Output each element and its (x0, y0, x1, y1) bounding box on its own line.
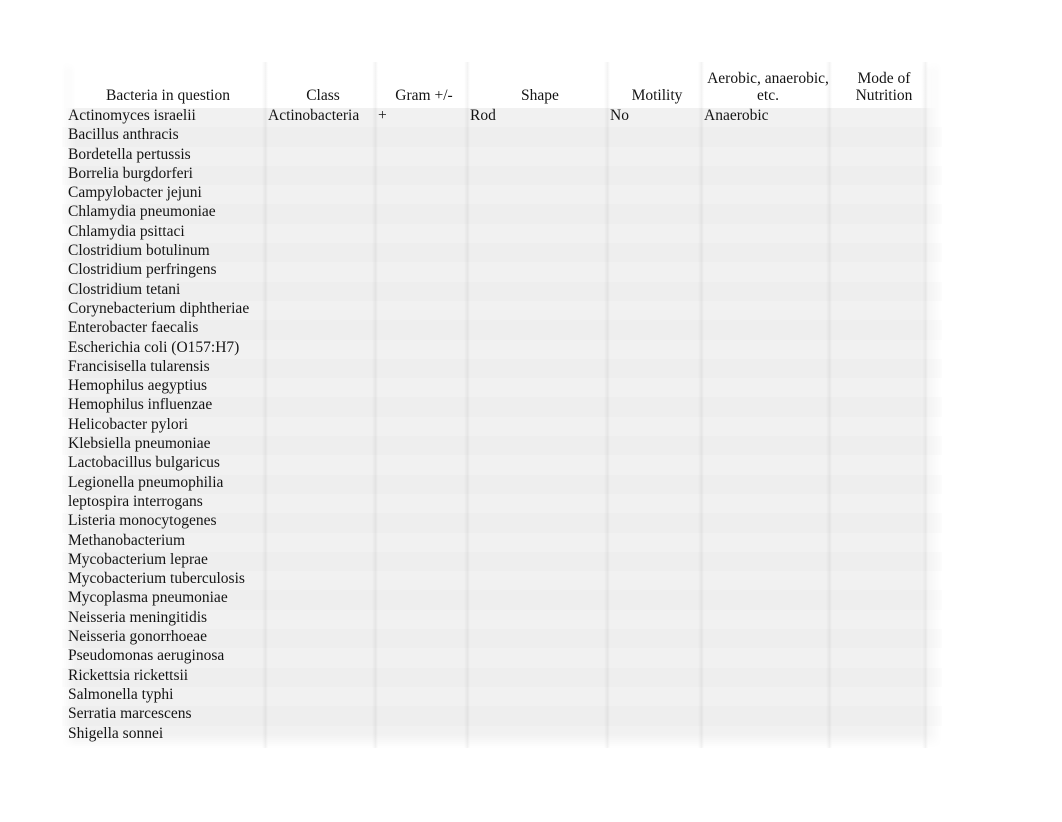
cell-bacteria[interactable]: Legionella pneumophilia (68, 473, 268, 492)
table-body: Actinomyces israelii Actinobacteria + Rod No… (62, 106, 942, 745)
cell-bacteria[interactable]: Neisseria gonorrhoeae (68, 627, 268, 646)
cell-bacteria[interactable]: Mycobacterium tuberculosis (68, 569, 268, 588)
cell-bacteria[interactable]: Bordetella pertussis (68, 145, 268, 164)
cell-bacteria[interactable]: Corynebacterium diphtheriae (68, 299, 268, 318)
table-header-row: Bacteria in question Class Gram +/- Shap… (62, 62, 942, 108)
cell-gram[interactable]: + (378, 106, 470, 125)
cell-bacteria[interactable]: Shigella sonnei (68, 724, 268, 743)
cell-bacteria[interactable]: Actinomyces israelii (68, 106, 268, 125)
cell-bacteria[interactable]: Francisisella tularensis (68, 357, 268, 376)
column-header-nutrition-line-1: Mode of (857, 70, 911, 87)
cell-bacteria[interactable]: Clostridium perfringens (68, 260, 268, 279)
column-header-class-line-1: Class (306, 87, 340, 104)
cell-shape[interactable]: Rod (470, 106, 610, 125)
cell-bacteria[interactable]: Serratia marcescens (68, 704, 268, 723)
cell-bacteria[interactable]: Borrelia burgdorferi (68, 164, 268, 183)
cell-bacteria[interactable]: Salmonella typhi (68, 685, 268, 704)
cell-bacteria[interactable]: Rickettsia rickettsii (68, 666, 268, 685)
cell-bacteria[interactable]: Listeria monocytogenes (68, 511, 268, 530)
column-header-oxygen-requirement[interactable]: Aerobic, anaerobic, etc. (704, 62, 832, 108)
bacteria-characteristics-table[interactable]: Bacteria in question Class Gram +/- Shap… (62, 62, 942, 748)
column-header-gram-line-1: Gram +/- (395, 87, 453, 104)
cell-bacteria[interactable]: Pseudomonas aeruginosa (68, 646, 268, 665)
column-header-gram[interactable]: Gram +/- (378, 62, 470, 108)
cell-bacteria[interactable]: Chlamydia psittaci (68, 222, 268, 241)
cell-bacteria[interactable]: Escherichia coli (O157:H7) (68, 338, 268, 357)
cell-bacteria[interactable]: Chlamydia pneumoniae (68, 202, 268, 221)
column-header-mode-of-nutrition[interactable]: Mode of Nutrition (832, 62, 936, 108)
cell-bacteria[interactable]: Hemophilus influenzae (68, 395, 268, 414)
cell-bacteria[interactable]: Mycobacterium leprae (68, 550, 268, 569)
column-header-motility[interactable]: Motility (610, 62, 704, 108)
cell-oxygen[interactable]: Anaerobic (704, 106, 832, 125)
table-row[interactable]: Shigella sonnei (62, 724, 942, 745)
cell-bacteria[interactable]: Hemophilus aegyptius (68, 376, 268, 395)
column-header-nutrition-line-2: Nutrition (855, 87, 913, 104)
column-header-class[interactable]: Class (268, 62, 378, 108)
cell-bacteria[interactable]: Clostridium botulinum (68, 241, 268, 260)
cell-bacteria[interactable]: Clostridium tetani (68, 280, 268, 299)
column-header-shape-line-1: Shape (521, 87, 559, 104)
cell-bacteria[interactable]: leptospira interrogans (68, 492, 268, 511)
cell-bacteria[interactable]: Enterobacter faecalis (68, 318, 268, 337)
cell-bacteria[interactable]: Methanobacterium (68, 531, 268, 550)
cell-bacteria[interactable]: Bacillus anthracis (68, 125, 268, 144)
cell-bacteria[interactable]: Neisseria meningitidis (68, 608, 268, 627)
cell-bacteria[interactable]: Lactobacillus bulgaricus (68, 453, 268, 472)
column-header-bacteria[interactable]: Bacteria in question (68, 62, 268, 108)
column-header-bacteria-line-1: Bacteria in question (106, 87, 230, 104)
cell-bacteria[interactable]: Mycoplasma pneumoniae (68, 588, 268, 607)
page-canvas: Bacteria in question Class Gram +/- Shap… (0, 0, 1062, 822)
cell-bacteria[interactable]: Klebsiella pneumoniae (68, 434, 268, 453)
column-header-oxygen-line-1: Aerobic, anaerobic, (707, 70, 829, 87)
cell-motility[interactable]: No (610, 106, 704, 125)
cell-class[interactable]: Actinobacteria (268, 106, 378, 125)
column-header-oxygen-line-2: etc. (757, 87, 779, 104)
column-header-motility-line-1: Motility (631, 87, 683, 104)
cell-bacteria[interactable]: Helicobacter pylori (68, 415, 268, 434)
column-header-shape[interactable]: Shape (470, 62, 610, 108)
cell-bacteria[interactable]: Campylobacter jejuni (68, 183, 268, 202)
